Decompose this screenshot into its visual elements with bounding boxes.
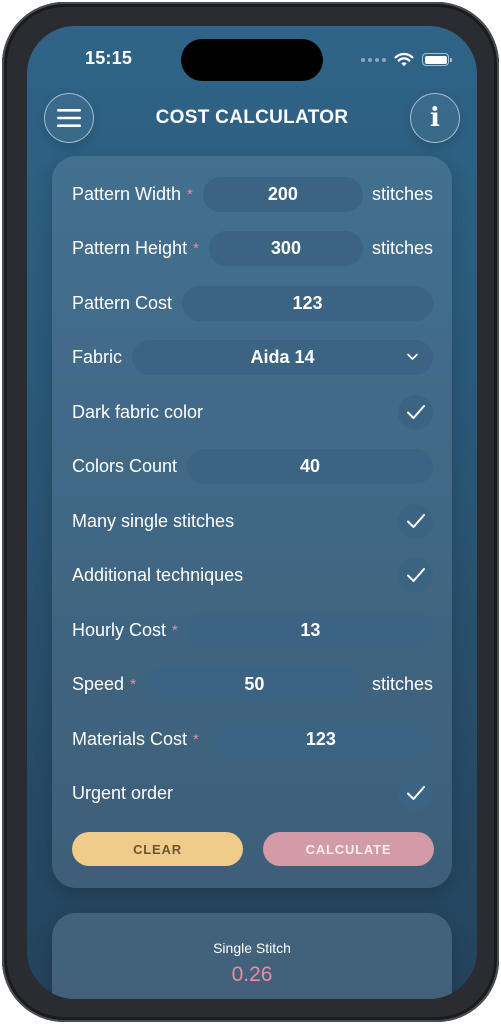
pattern-cost-input[interactable]: 123 xyxy=(182,285,433,321)
speed-input[interactable]: 50 xyxy=(145,666,363,702)
pattern-height-label: Pattern Height xyxy=(72,237,188,258)
colors-count-label: Colors Count xyxy=(72,455,178,476)
calculator-form: Pattern Width * 200 stitches Pattern Hei… xyxy=(52,156,452,888)
pattern-width-input[interactable]: 200 xyxy=(202,176,363,212)
pattern-width-unit: stitches xyxy=(371,183,433,204)
pattern-height-row: Pattern Height * 300 stitches xyxy=(72,230,433,266)
fabric-selected-value: Aida 14 xyxy=(250,346,315,367)
required-marker: * xyxy=(130,675,136,693)
status-time: 15:15 xyxy=(85,48,133,68)
pattern-width-row: Pattern Width * 200 stitches xyxy=(72,176,433,212)
required-marker: * xyxy=(193,239,199,257)
pattern-height-input[interactable]: 300 xyxy=(208,230,363,266)
pattern-width-label: Pattern Width xyxy=(72,183,182,204)
dark-fabric-label: Dark fabric color xyxy=(72,401,204,422)
required-marker: * xyxy=(172,621,178,639)
additional-techniques-checkbox[interactable] xyxy=(398,557,433,593)
speed-unit: stitches xyxy=(371,673,433,694)
info-icon: i xyxy=(430,103,440,133)
urgent-order-checkbox[interactable] xyxy=(398,775,433,811)
clear-button[interactable]: CLEAR xyxy=(72,832,243,866)
speed-label: Speed xyxy=(72,673,125,694)
additional-techniques-row: Additional techniques xyxy=(72,557,433,593)
hourly-cost-input[interactable]: 13 xyxy=(187,612,433,648)
materials-cost-input[interactable]: 123 xyxy=(208,721,433,757)
urgent-order-row: Urgent order xyxy=(72,775,433,811)
wifi-icon xyxy=(394,52,414,67)
fabric-row: Fabric Aida 14 xyxy=(72,339,433,375)
app-screen: 15:15 COST CALCULATOR i Pattern Width * … xyxy=(27,26,477,999)
pattern-cost-label: Pattern Cost xyxy=(72,292,173,313)
checkmark-icon xyxy=(406,514,425,528)
phone-frame: 15:15 COST CALCULATOR i Pattern Width * … xyxy=(2,2,499,1022)
status-indicators xyxy=(361,52,452,67)
colors-count-input[interactable]: 40 xyxy=(187,448,433,484)
colors-count-row: Colors Count 40 xyxy=(72,448,433,484)
required-marker: * xyxy=(193,730,199,748)
required-marker: * xyxy=(187,185,193,203)
pattern-height-unit: stitches xyxy=(371,237,433,258)
dynamic-island xyxy=(181,39,323,81)
urgent-order-label: Urgent order xyxy=(72,782,174,803)
result-label: Single Stitch xyxy=(213,940,291,956)
battery-icon xyxy=(422,53,452,66)
result-card: Single Stitch 0.26 xyxy=(52,913,452,999)
fabric-label: Fabric xyxy=(72,346,123,367)
dark-fabric-row: Dark fabric color xyxy=(72,394,433,430)
additional-techniques-label: Additional techniques xyxy=(72,564,244,585)
checkmark-icon xyxy=(406,568,425,582)
info-button[interactable]: i xyxy=(410,93,460,143)
dark-fabric-checkbox[interactable] xyxy=(398,394,433,430)
pattern-cost-row: Pattern Cost 123 xyxy=(72,285,433,321)
many-single-label: Many single stitches xyxy=(72,510,235,531)
calculate-button[interactable]: CALCULATE xyxy=(263,832,434,866)
hourly-cost-row: Hourly Cost * 13 xyxy=(72,612,433,648)
result-value: 0.26 xyxy=(231,963,273,986)
speed-row: Speed * 50 stitches xyxy=(72,666,433,702)
materials-cost-row: Materials Cost * 123 xyxy=(72,721,433,757)
many-single-checkbox[interactable] xyxy=(398,503,433,539)
materials-cost-label: Materials Cost xyxy=(72,728,188,749)
checkmark-icon xyxy=(406,786,425,800)
checkmark-icon xyxy=(406,405,425,419)
fabric-select[interactable]: Aida 14 xyxy=(132,339,433,375)
hourly-cost-label: Hourly Cost xyxy=(72,619,167,640)
cellular-signal-icon xyxy=(361,57,386,62)
chevron-down-icon xyxy=(407,353,418,360)
many-single-row: Many single stitches xyxy=(72,503,433,539)
